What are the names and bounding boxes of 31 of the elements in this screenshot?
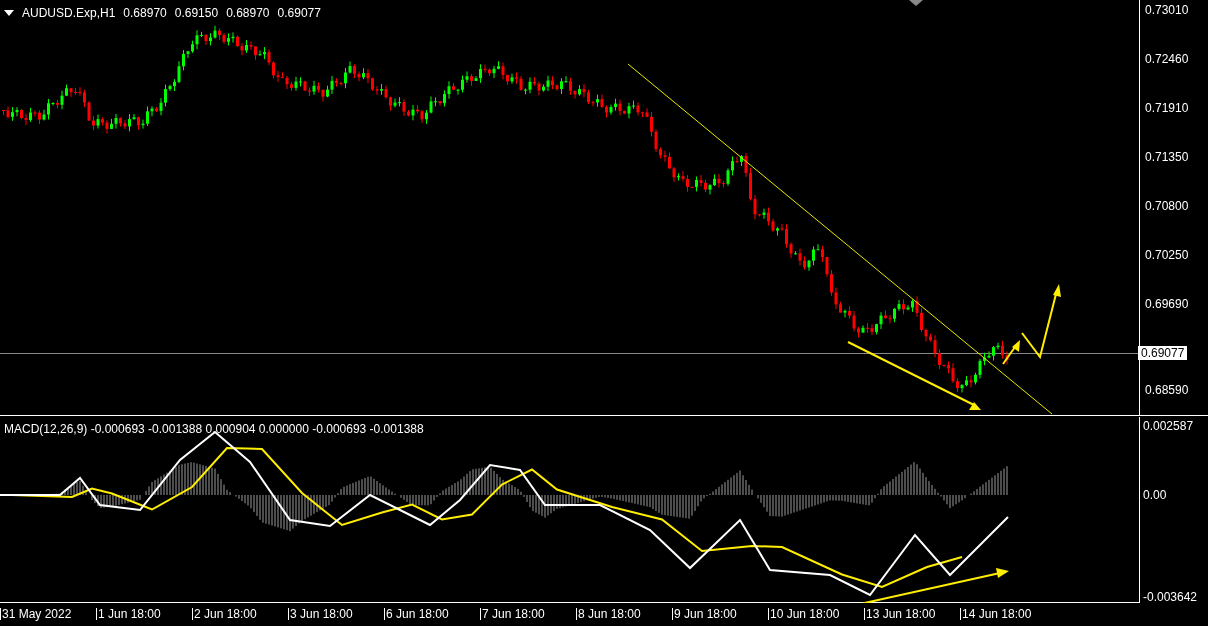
scroll-marker-icon[interactable] <box>909 0 923 6</box>
price-axis-label: 0.70250 <box>1145 249 1189 261</box>
ohlc-value: 0.69150 <box>174 5 219 22</box>
time-axis-label: 3 Jun 18:00 <box>288 607 384 620</box>
ohlc-value: 0.68970 <box>226 5 270 22</box>
dropdown-icon[interactable] <box>4 10 14 16</box>
time-axis-label: 1 Jun 18:00 <box>96 607 192 620</box>
macd-indicator-label: MACD(12,26,9) -0.000693 -0.001388 0.000904 0.000000 -0.000693 -0.001388 <box>4 421 424 438</box>
time-axis-label: 8 Jun 18:00 <box>576 607 672 620</box>
price-axis-label: 0.73010 <box>1145 4 1189 16</box>
current-price-label: 0.69077 <box>1138 346 1188 360</box>
price-axis-label: 0.71350 <box>1145 151 1189 163</box>
symbol-label: AUDUSD.Exp,H1 <box>22 5 116 22</box>
time-axis-label: 2 Jun 18:00 <box>192 607 288 620</box>
macd-axis-label: 0.00 <box>1143 489 1167 501</box>
price-axis-label: 0.72460 <box>1145 53 1189 65</box>
price-axis-label: 0.71910 <box>1145 102 1189 114</box>
macd-axis-label: -0.003642 <box>1143 591 1198 603</box>
ohlc-value: 0.68970 <box>123 5 167 22</box>
time-axis-label: 31 May 2022 <box>0 607 96 620</box>
time-axis-label: 10 Jun 18:00 <box>768 607 864 620</box>
time-axis-label: 6 Jun 18:00 <box>384 607 480 620</box>
time-axis-label: 14 Jun 18:00 <box>960 607 1056 620</box>
ohlc-value: 0.69077 <box>277 5 321 22</box>
macd-axis-label: 0.002587 <box>1143 420 1194 432</box>
time-axis-label: 9 Jun 18:00 <box>672 607 768 620</box>
time-axis-label: 13 Jun 18:00 <box>864 607 960 620</box>
price-axis-label: 0.69690 <box>1145 298 1189 310</box>
price-axis-label: 0.68590 <box>1145 384 1189 396</box>
price-axis-label: 0.70800 <box>1145 200 1189 212</box>
time-axis-label: 7 Jun 18:00 <box>480 607 576 620</box>
